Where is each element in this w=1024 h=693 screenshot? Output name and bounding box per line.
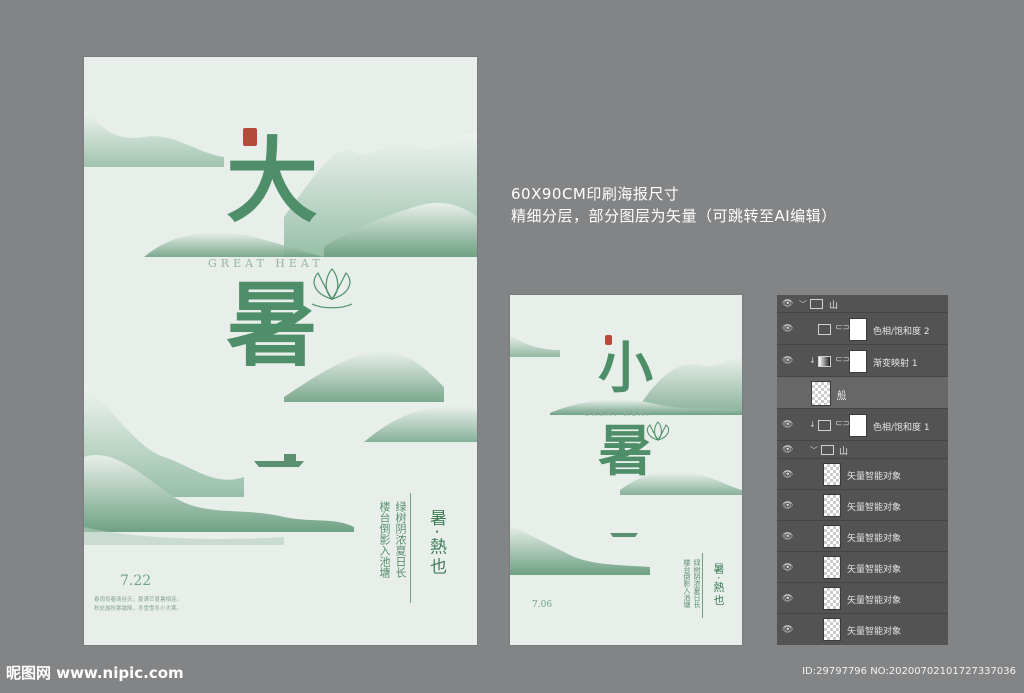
layer-row-vector-smart-object[interactable]: 👁 矢量智能对象 [777,490,948,521]
date-label: 7.22 [120,573,152,589]
layer-label: 矢量智能对象 [847,627,902,637]
folder-icon [821,445,834,455]
fine-print-line-1: 春雨惊春清谷天，夏满芒夏暑相连。 [94,597,183,603]
tagline-vertical: 暑·熱也 [426,509,446,578]
eye-visibility-icon[interactable]: 👁 [782,470,793,480]
chevron-down-icon[interactable]: ﹀ [810,445,818,456]
tagline-vertical: 暑·熱也 [712,563,725,608]
layer-label: 色相/饱和度 2 [873,327,930,337]
poem-column-1: 绿树阴浓夏日长 [693,559,701,608]
layer-mask-thumbnail [849,350,867,373]
spec-line-layers: 精细分层，部分图层为矢量（可跳转至AI编辑） [511,207,837,225]
poem-column-2: 楼台倒影入池塘 [378,501,391,578]
eye-visibility-icon[interactable]: 👁 [782,445,793,455]
folder-icon [810,299,823,309]
eye-visibility-icon[interactable]: 👁 [782,625,793,635]
link-chain-icon: ⊂⊃ [835,355,851,365]
layer-row-vector-smart-object[interactable]: 👁 矢量智能对象 [777,459,948,490]
smart-object-thumbnail [823,618,841,641]
subtitle-english: GREAT HEAT [208,257,324,270]
eye-visibility-icon[interactable]: 👁 [782,501,793,511]
adjustment-layer-icon [818,420,831,431]
clipping-arrow-icon: ↓ [809,356,816,365]
layers-panel: 👁 ﹀ 山 👁 ⊂⊃ 色相/饱和度 2 👁 ↓ ⊂⊃ 渐变映射 1 船 👁 ↓ … [777,295,948,645]
eye-visibility-icon[interactable]: 👁 [782,299,793,309]
layer-thumbnail [811,381,831,406]
eye-visibility-icon[interactable]: 👁 [782,563,793,573]
poem-column-1: 绿树阴浓夏日长 [394,501,407,578]
title-char-bottom: 暑 [598,418,654,483]
layer-label: 矢量智能对象 [847,596,902,606]
layer-label: 矢量智能对象 [847,565,902,575]
layer-label: 山 [839,447,849,457]
date-label: 7.06 [532,600,553,610]
subtitle-english: GREAT HEAT [584,410,653,418]
layer-label: 渐变映射 1 [873,359,918,369]
layer-row-folder-mountain[interactable]: 👁 ﹀ 山 [777,295,948,313]
clipping-arrow-icon: ↓ [809,420,816,429]
divider-line [410,493,411,603]
layer-label: 矢量智能对象 [847,534,902,544]
smart-object-thumbnail [823,463,841,486]
eye-visibility-icon[interactable]: 👁 [782,594,793,604]
poster-large: 大 GREAT HEAT 暑 暑·熱也 绿树阴浓夏日长 楼台倒影入池塘 7.22… [84,57,477,645]
layer-row-vector-smart-object[interactable]: 👁 矢量智能对象 [777,521,948,552]
poem-column-2: 楼台倒影入池塘 [683,559,691,608]
site-watermark-logo: 昵图网 www.nipic.com [6,664,184,682]
title-char-top: 大 [226,127,319,235]
adjustment-layer-icon [818,324,831,335]
smart-object-thumbnail [823,525,841,548]
layer-row-vector-smart-object[interactable]: 👁 矢量智能对象 [777,552,948,583]
link-chain-icon: ⊂⊃ [835,323,851,333]
layer-row-hue-saturation-1[interactable]: 👁 ↓ ⊂⊃ 色相/饱和度 1 [777,409,948,441]
eye-visibility-icon[interactable]: 👁 [782,532,793,542]
spec-line-size: 60X90CM印刷海报尺寸 [511,185,680,203]
smart-object-thumbnail [823,494,841,517]
fine-print-line-2: 秋处露秋寒霜降，冬雪雪冬小大寒。 [94,606,183,612]
layer-label: 矢量智能对象 [847,472,902,482]
title-char-top: 小 [598,335,654,400]
gradient-map-icon [818,356,831,367]
divider-line [702,553,703,618]
eye-visibility-icon[interactable]: 👁 [782,324,793,334]
image-id-label: ID:29797796 NO:20200702101727337036 [802,666,1016,677]
layer-row-hue-saturation-2[interactable]: 👁 ⊂⊃ 色相/饱和度 2 [777,313,948,345]
chevron-down-icon[interactable]: ﹀ [799,299,807,310]
link-chain-icon: ⊂⊃ [835,419,851,429]
smart-object-thumbnail [823,587,841,610]
layer-label: 矢量智能对象 [847,503,902,513]
layer-row-gradient-map-1[interactable]: 👁 ↓ ⊂⊃ 渐变映射 1 [777,345,948,377]
layer-row-folder-mountain-nested[interactable]: 👁 ﹀ 山 [777,441,948,459]
title-char-bottom: 暑 [226,271,319,379]
poster-small: 小 GREAT HEAT 暑 暑·熱也 绿树阴浓夏日长 楼台倒影入池塘 7.06 [510,295,742,645]
eye-visibility-icon[interactable]: 👁 [782,420,793,430]
layer-mask-thumbnail [849,318,867,341]
layer-row-vector-smart-object[interactable]: 👁 矢量智能对象 [777,614,948,645]
layer-mask-thumbnail [849,414,867,437]
layer-label: 船 [837,391,847,401]
layer-row-boat[interactable]: 船 [777,377,948,409]
layer-label: 色相/饱和度 1 [873,423,930,433]
smart-object-thumbnail [823,556,841,579]
layer-row-vector-smart-object[interactable]: 👁 矢量智能对象 [777,583,948,614]
layer-label: 山 [829,301,839,311]
eye-visibility-icon[interactable]: 👁 [782,356,793,366]
